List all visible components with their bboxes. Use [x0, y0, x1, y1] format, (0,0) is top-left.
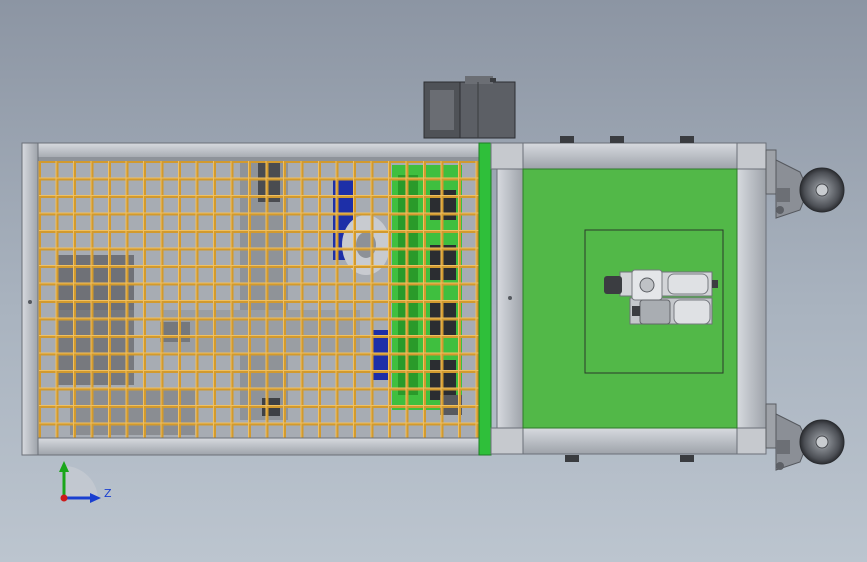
orientation-triad[interactable]: Z [59, 461, 112, 503]
triad-origin [60, 494, 68, 502]
frame-bottom-rail [21, 437, 483, 456]
right-frame-bottom-rail [490, 427, 767, 455]
cad-viewport[interactable]: Z [0, 0, 867, 562]
right-frame-top-rail [490, 142, 767, 170]
right-frame-right-post [736, 142, 767, 455]
frame-left-post [21, 142, 39, 456]
caster-top [765, 149, 845, 219]
caster-bottom [765, 403, 845, 471]
green-divider [478, 142, 492, 456]
motor-body [459, 81, 516, 139]
motor-assembly [423, 76, 516, 139]
cage-mesh [38, 160, 483, 440]
triad-z-label: Z [104, 487, 112, 500]
